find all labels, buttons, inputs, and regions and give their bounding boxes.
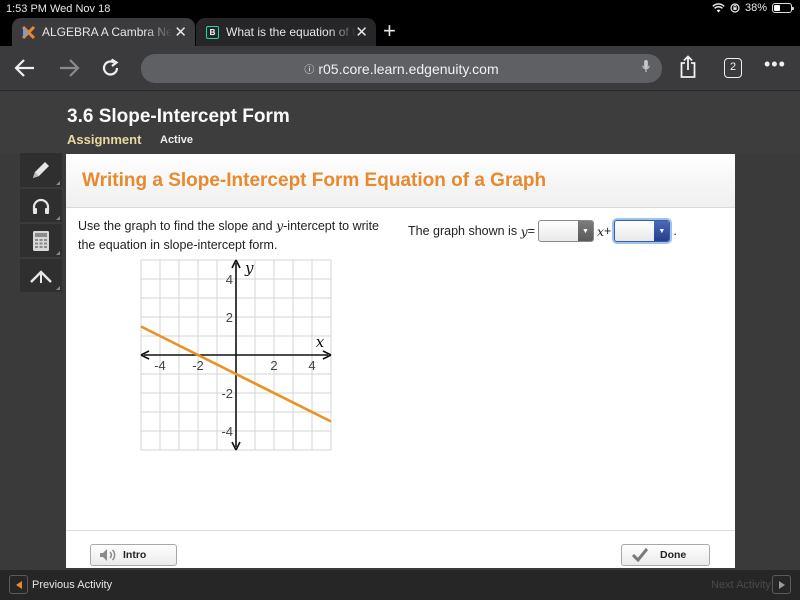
assignment-status: Active bbox=[160, 134, 194, 146]
browser-toolbar: ⓘ r05.core.learn.edgenuity.com 2 ••• bbox=[0, 46, 800, 91]
assignment-type: Assignment bbox=[67, 132, 142, 147]
address-bar[interactable]: ⓘ r05.core.learn.edgenuity.com bbox=[141, 54, 662, 83]
plus-sign: + bbox=[604, 224, 612, 238]
activity-panel: Writing a Slope-Intercept Form Equation … bbox=[66, 154, 735, 568]
microphone-icon[interactable] bbox=[642, 60, 650, 73]
done-button[interactable]: Done bbox=[621, 544, 710, 566]
x-tick-label: -2 bbox=[192, 358, 204, 373]
brainly-icon: B bbox=[206, 25, 219, 39]
pencil-icon bbox=[33, 162, 49, 178]
y-tick-label: -2 bbox=[221, 386, 233, 401]
url-text: r05.core.learn.edgenuity.com bbox=[318, 60, 499, 77]
reload-button[interactable] bbox=[101, 58, 121, 78]
y-tick-label: 2 bbox=[226, 310, 233, 325]
next-activity-label: Next Activity bbox=[711, 579, 771, 591]
audio-tool-button[interactable] bbox=[20, 189, 62, 222]
share-button[interactable] bbox=[679, 55, 697, 79]
y-tick-label: 4 bbox=[226, 272, 233, 287]
calculator-tool-button[interactable] bbox=[20, 224, 62, 257]
new-tab-button[interactable]: + bbox=[383, 20, 396, 42]
variable-y: y bbox=[520, 223, 528, 239]
activity-navigation: Previous Activity Next Activity bbox=[0, 570, 800, 600]
edgenuity-icon bbox=[22, 25, 35, 39]
checkmark-icon bbox=[632, 548, 648, 562]
footer-divider bbox=[66, 530, 735, 531]
equation-label: The graph shown is bbox=[408, 224, 518, 238]
graph-axes bbox=[140, 259, 332, 451]
orientation-lock-icon bbox=[730, 3, 740, 13]
formula-tool-button[interactable] bbox=[20, 259, 62, 292]
close-tab-icon[interactable]: ✕ bbox=[174, 23, 187, 41]
x-tick-label: 2 bbox=[270, 358, 277, 373]
intro-button[interactable]: Intro bbox=[90, 544, 177, 566]
lesson-header: 3.6 Slope-Intercept Form Assignment Acti… bbox=[0, 92, 800, 154]
period: . bbox=[673, 224, 677, 238]
previous-activity-button[interactable] bbox=[9, 575, 28, 594]
caret-left-icon bbox=[15, 580, 22, 589]
lesson-title: 3.6 Slope-Intercept Form bbox=[67, 106, 290, 127]
instructions: Use the graph to find the slope and y-in… bbox=[78, 216, 388, 255]
intercept-dropdown-value bbox=[615, 221, 654, 241]
caret-right-icon bbox=[778, 580, 785, 589]
chevron-down-icon: ▼ bbox=[577, 221, 593, 241]
status-date: Wed Nov 18 bbox=[50, 3, 111, 15]
intro-label: Intro bbox=[123, 549, 147, 561]
done-label: Done bbox=[660, 549, 687, 561]
status-indicators: 38% bbox=[712, 2, 794, 14]
next-activity-button[interactable] bbox=[772, 575, 791, 594]
activity-header: Writing a Slope-Intercept Form Equation … bbox=[66, 154, 735, 208]
previous-activity-label[interactable]: Previous Activity bbox=[32, 579, 112, 591]
speaker-icon bbox=[99, 548, 117, 562]
tab-bar: ALGEBRA A Cambra New ✕ B What is the equ… bbox=[0, 18, 800, 46]
forward-button[interactable] bbox=[58, 58, 80, 78]
more-menu-button[interactable]: ••• bbox=[764, 54, 786, 75]
calculator-icon bbox=[33, 230, 49, 251]
close-tab-icon[interactable]: ✕ bbox=[355, 23, 368, 41]
tab-switcher-button[interactable]: 2 bbox=[724, 58, 742, 78]
coordinate-graph: -4 -2 2 4 4 2 -2 -4 x y bbox=[140, 259, 332, 451]
y-axis-label: y bbox=[244, 259, 254, 277]
instructions-text: Use the graph to find the slope and bbox=[78, 219, 277, 233]
intercept-dropdown[interactable]: ▼ bbox=[614, 220, 671, 242]
x-axis-label: x bbox=[316, 333, 325, 351]
variable-x: x bbox=[596, 223, 605, 239]
battery-icon bbox=[772, 3, 794, 13]
slope-dropdown-value bbox=[539, 221, 578, 241]
headphones-icon bbox=[32, 198, 50, 214]
tab-title: ALGEBRA A Cambra New bbox=[42, 25, 172, 39]
tab-title: What is the equation of the bbox=[226, 25, 356, 39]
browser-tab-brainly[interactable]: B What is the equation of the ✕ bbox=[196, 18, 376, 46]
status-time: 1:53 PM bbox=[6, 3, 47, 15]
screen: 1:53 PM Wed Nov 18 38% ALGEBRA A Cambra … bbox=[0, 0, 800, 600]
battery-percent: 38% bbox=[744, 2, 767, 14]
equals-sign: = bbox=[527, 224, 535, 238]
caret-up-icon bbox=[30, 269, 52, 283]
equation-prompt: The graph shown is y = ▼ x + ▼ . bbox=[408, 220, 677, 242]
browser-tab-algebra[interactable]: ALGEBRA A Cambra New ✕ bbox=[12, 18, 195, 46]
status-bar: 1:53 PM Wed Nov 18 38% bbox=[0, 0, 800, 18]
x-tick-label: -4 bbox=[154, 358, 166, 373]
wifi-icon bbox=[712, 3, 725, 13]
x-tick-label: 4 bbox=[308, 358, 315, 373]
back-button[interactable] bbox=[14, 58, 36, 78]
tool-sidebar bbox=[20, 153, 62, 294]
site-info-icon: ⓘ bbox=[304, 65, 315, 76]
activity-title: Writing a Slope-Intercept Form Equation … bbox=[82, 170, 547, 191]
slope-dropdown[interactable]: ▼ bbox=[537, 220, 594, 242]
y-tick-label: -4 bbox=[221, 424, 233, 439]
pencil-tool-button[interactable] bbox=[20, 153, 62, 187]
battery-level bbox=[774, 5, 781, 11]
chevron-down-icon: ▼ bbox=[654, 221, 670, 241]
